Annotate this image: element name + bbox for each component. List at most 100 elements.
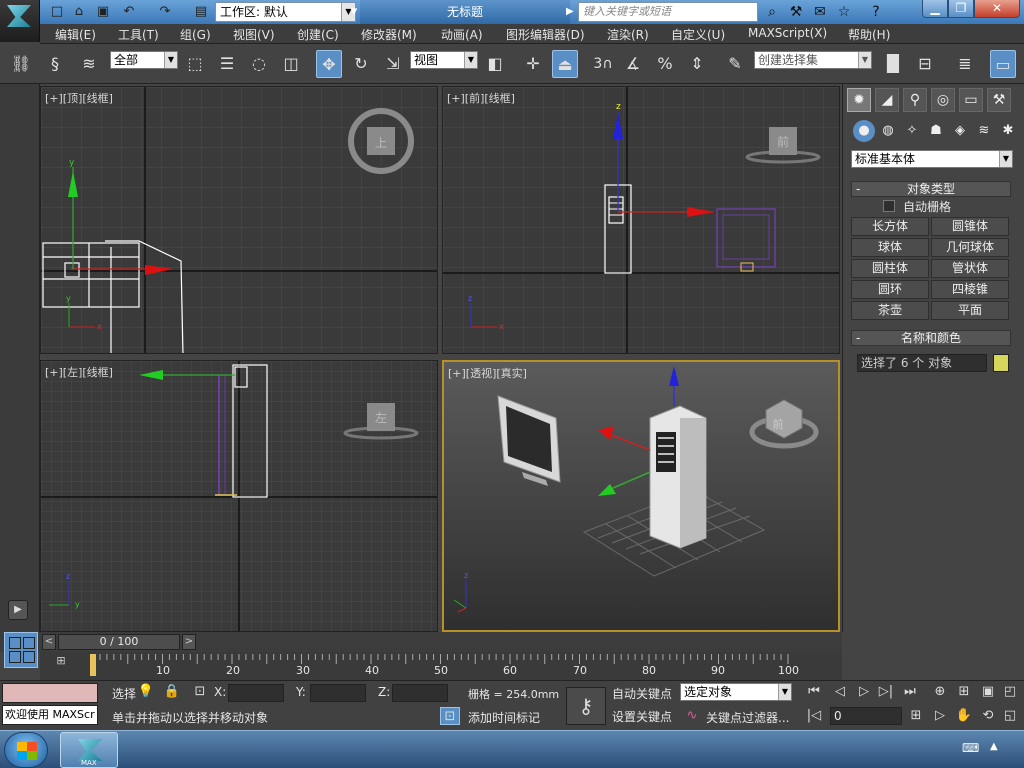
maximize-viewport-icon[interactable]: ◱ bbox=[1000, 707, 1020, 725]
angle-snap-icon[interactable]: ∡ bbox=[620, 50, 646, 78]
lights-icon[interactable]: ✧ bbox=[901, 120, 923, 142]
viewport-left[interactable]: [+][左][线框] z y 左 bbox=[40, 360, 438, 632]
orbit-icon[interactable]: ⟲ bbox=[978, 707, 998, 725]
menu-tools[interactable]: 工具(T) bbox=[118, 26, 159, 43]
link-icon[interactable]: ⛓ bbox=[8, 50, 34, 78]
snap-toggle-icon[interactable]: 3∩ bbox=[590, 50, 616, 78]
display-tab-icon[interactable]: ▭ bbox=[959, 88, 983, 112]
reference-coordinate-dropdown[interactable]: 视图 ▼ bbox=[410, 51, 478, 69]
object-color-swatch[interactable] bbox=[993, 354, 1009, 372]
viewport-front[interactable]: [+][前][线框] z z x 前 bbox=[442, 86, 840, 354]
save-file-icon[interactable]: ▣ bbox=[94, 3, 112, 21]
select-and-rotate-icon[interactable]: ↻ bbox=[348, 50, 374, 78]
pyramid-button[interactable]: 四棱锥 bbox=[931, 280, 1009, 299]
key-curve-icon[interactable]: ∿ bbox=[682, 707, 702, 725]
set-key-icon[interactable]: ⚷ bbox=[566, 687, 606, 725]
track-bar[interactable]: ⊞ 10 20 30 40 50 60 70 80 90 100 bbox=[40, 652, 842, 680]
unlink-icon[interactable]: § bbox=[42, 50, 68, 78]
open-file-icon[interactable]: ⌂ bbox=[70, 3, 88, 21]
menu-edit[interactable]: 编辑(E) bbox=[55, 26, 96, 43]
motion-tab-icon[interactable]: ◎ bbox=[931, 88, 955, 112]
mirror-icon[interactable]: ▐▌ bbox=[880, 50, 906, 78]
autogrid-checkbox[interactable] bbox=[883, 200, 895, 212]
key-filters-button[interactable]: 关键点过滤器... bbox=[706, 709, 789, 726]
time-configuration-icon[interactable]: ⊞ bbox=[906, 707, 926, 725]
absolute-mode-icon[interactable]: ⊡ bbox=[190, 683, 210, 701]
search-input[interactable]: 键入关键字或短语 bbox=[578, 2, 758, 22]
select-by-name-icon[interactable]: ☰ bbox=[214, 50, 240, 78]
cone-button[interactable]: 圆锥体 bbox=[931, 217, 1009, 236]
helpers-icon[interactable]: ◈ bbox=[949, 120, 971, 142]
key-mode-toggle-icon[interactable]: |◁ bbox=[804, 707, 824, 725]
viewport-front-label[interactable]: [+][前][线框] bbox=[447, 90, 515, 106]
viewcube-front-face[interactable]: 前 bbox=[777, 134, 789, 149]
app-logo-button[interactable] bbox=[0, 0, 40, 42]
ribbon-toggle-icon[interactable]: ▭ bbox=[990, 50, 1016, 78]
isolate-selection-icon[interactable]: 💡 bbox=[136, 683, 156, 701]
edit-named-selection-icon[interactable]: ✎ bbox=[722, 50, 748, 78]
play-icon[interactable]: ▷ bbox=[854, 683, 874, 701]
zoom-extents-icon[interactable]: ▣ bbox=[978, 683, 998, 701]
selection-filter-dropdown[interactable]: 全部 ▼ bbox=[110, 51, 178, 69]
y-coordinate-field[interactable] bbox=[310, 684, 366, 702]
frame-counter[interactable]: 0 / 100 bbox=[58, 634, 180, 650]
tube-button[interactable]: 管状体 bbox=[931, 259, 1009, 278]
menu-graph-editors[interactable]: 图形编辑器(D) bbox=[506, 26, 585, 43]
workspace-dropdown[interactable]: 工作区: 默认 ▼ bbox=[215, 2, 356, 22]
viewport-left-label[interactable]: [+][左][线框] bbox=[45, 364, 113, 380]
field-of-view-icon[interactable]: ▷ bbox=[930, 707, 950, 725]
start-button[interactable] bbox=[4, 732, 48, 768]
restore-button[interactable]: ❐ bbox=[948, 0, 974, 18]
add-time-tag-button[interactable]: 添加时间标记 bbox=[468, 709, 540, 726]
minimize-button[interactable]: ▁ bbox=[922, 0, 948, 18]
systems-icon[interactable]: ✱ bbox=[997, 120, 1019, 142]
viewport-layout-icon[interactable] bbox=[4, 632, 38, 668]
plane-button[interactable]: 平面 bbox=[931, 301, 1009, 320]
category-dropdown[interactable]: 标准基本体 ▼ bbox=[851, 150, 1013, 168]
viewport-perspective-label[interactable]: [+][透视][真实] bbox=[448, 365, 527, 381]
viewcube-left-face[interactable]: 左 bbox=[375, 410, 387, 425]
time-tag-icon[interactable]: ⊡ bbox=[440, 707, 460, 725]
tray-arrow-icon[interactable]: ▲ bbox=[990, 741, 1006, 757]
shapes-icon[interactable]: ◍ bbox=[877, 120, 899, 142]
bind-spacewarp-icon[interactable]: ≋ bbox=[76, 50, 102, 78]
auto-key-button[interactable]: 自动关键点 bbox=[612, 685, 672, 702]
torus-button[interactable]: 圆环 bbox=[851, 280, 929, 299]
object-name-field[interactable]: 选择了 6 个 对象 bbox=[857, 354, 987, 372]
menu-modifiers[interactable]: 修改器(M) bbox=[361, 26, 417, 43]
current-frame-field[interactable]: 0 bbox=[830, 707, 902, 725]
cameras-icon[interactable]: ☗ bbox=[925, 120, 947, 142]
help-icon[interactable]: ? bbox=[866, 3, 886, 21]
maxscript-listener-field[interactable]: 欢迎使用 MAXScr bbox=[2, 705, 98, 725]
utilities-tab-icon[interactable]: ⚒ bbox=[987, 88, 1011, 112]
communication-icon[interactable]: ✉ bbox=[810, 3, 830, 21]
zoom-all-icon[interactable]: ⊞ bbox=[954, 683, 974, 701]
menu-group[interactable]: 组(G) bbox=[180, 26, 211, 43]
viewport-top[interactable]: [+][顶][线框] y y x 上 bbox=[40, 86, 438, 354]
keyboard-icon[interactable]: ⌨ bbox=[962, 741, 980, 757]
new-file-icon[interactable]: □ bbox=[48, 3, 66, 21]
expand-arrow-icon[interactable]: ▶ bbox=[566, 6, 574, 17]
selection-lock-icon[interactable]: 🔒 bbox=[162, 683, 182, 701]
time-next-icon[interactable]: > bbox=[182, 634, 196, 650]
geosphere-button[interactable]: 几何球体 bbox=[931, 238, 1009, 257]
taskbar-app-3dsmax[interactable]: MAX bbox=[60, 732, 118, 768]
viewport-top-label[interactable]: [+][顶][线框] bbox=[45, 90, 113, 106]
menu-create[interactable]: 创建(C) bbox=[297, 26, 339, 43]
object-type-rollout[interactable]: - 对象类型 bbox=[851, 181, 1011, 197]
named-selection-dropdown[interactable]: 创建选择集 ▼ bbox=[754, 51, 872, 69]
menu-maxscript[interactable]: MAXScript(X) bbox=[748, 26, 827, 40]
expand-sidebar-icon[interactable]: ▶ bbox=[8, 600, 28, 620]
keyboard-shortcut-override-icon[interactable]: ⏏ bbox=[552, 50, 578, 78]
binoculars-icon[interactable]: ⌕ bbox=[762, 3, 782, 21]
zoom-extents-all-icon[interactable]: ◰ bbox=[1000, 683, 1020, 701]
layer-manager-icon[interactable]: ≣ bbox=[952, 50, 978, 78]
name-color-rollout[interactable]: - 名称和颜色 bbox=[851, 330, 1011, 346]
select-and-scale-icon[interactable]: ⇲ bbox=[380, 50, 406, 78]
menu-animation[interactable]: 动画(A) bbox=[441, 26, 483, 43]
maxscript-mini-listener-top[interactable] bbox=[2, 683, 98, 703]
next-frame-icon[interactable]: ▷| bbox=[876, 683, 896, 701]
close-button[interactable]: ✕ bbox=[974, 0, 1020, 18]
menu-views[interactable]: 视图(V) bbox=[233, 26, 275, 43]
set-key-button[interactable]: 设置关键点 bbox=[612, 708, 672, 725]
